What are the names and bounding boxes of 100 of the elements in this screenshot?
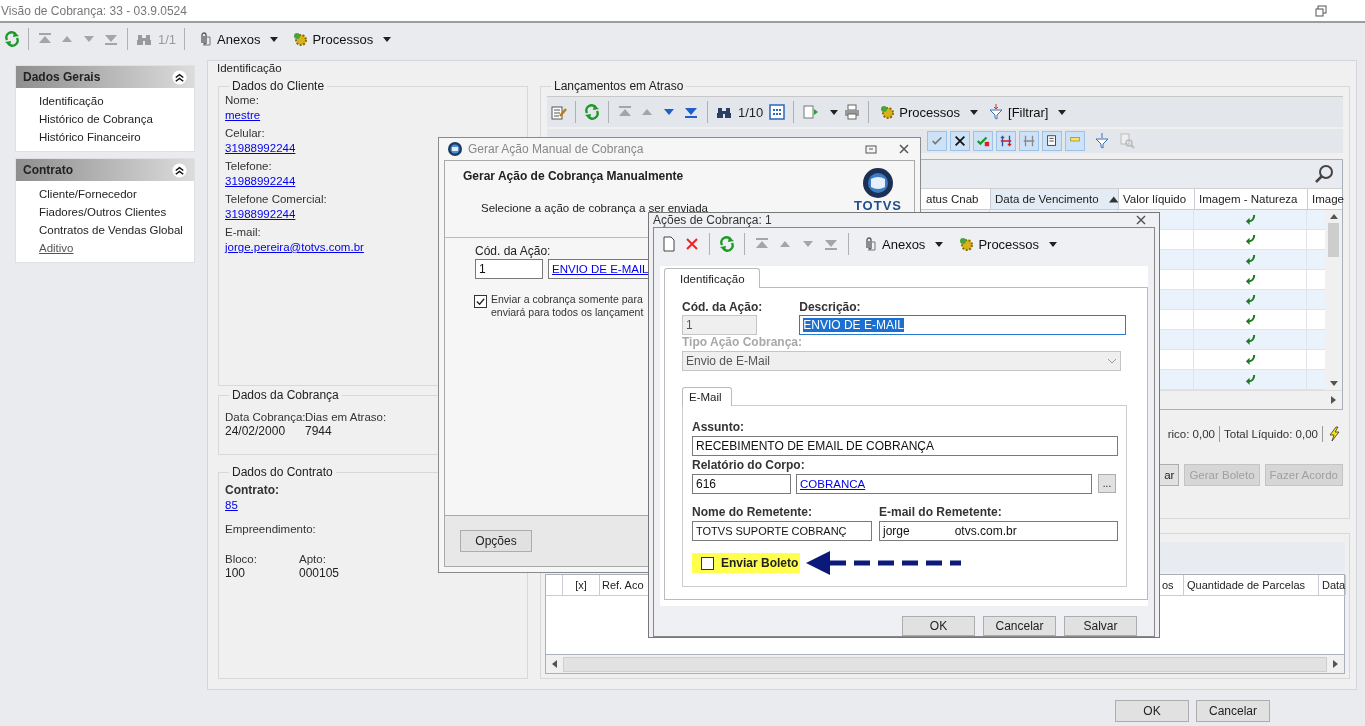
menu-button[interactable]: Processos — [288, 31, 396, 47]
sidebar-item[interactable]: Histórico de Cobrança — [39, 110, 153, 128]
field-link[interactable]: 31988992244 — [225, 206, 296, 222]
menu-button[interactable]: [Filtrar] — [986, 104, 1069, 120]
field-label: Telefone Comercial: — [225, 192, 327, 206]
dialog-button[interactable]: OK — [1115, 699, 1189, 722]
dialog-button[interactable]: OK — [902, 616, 975, 636]
edit-icon[interactable] — [551, 104, 567, 120]
field-label: E-mail: — [225, 225, 261, 239]
field-value: 7944 — [305, 424, 332, 439]
code-field[interactable]: 1 — [475, 259, 543, 279]
lightning-icon[interactable] — [1327, 426, 1343, 442]
window-title: Visão de Cobrança: 33 - 03.9.0524 — [1, 3, 187, 18]
close-icon[interactable] — [1135, 214, 1147, 226]
checkbox[interactable] — [474, 295, 487, 308]
sidebar-item[interactable]: Fiadores/Outros Clientes — [39, 203, 167, 221]
field-link[interactable]: 85 — [225, 497, 238, 513]
column-header[interactable]: Valor líquido — [1118, 189, 1194, 209]
caret-icon[interactable] — [830, 109, 839, 115]
panel-title: Dados Gerais — [23, 70, 101, 84]
sort-caret-icon — [1108, 195, 1118, 203]
caret-icon — [970, 109, 978, 115]
menu-button[interactable]: Anexos — [858, 236, 948, 252]
scrollbar-thumb[interactable] — [1328, 223, 1339, 257]
options-button[interactable]: Opções — [460, 530, 532, 552]
field-value: 24/02/2000 — [225, 424, 286, 439]
column-header[interactable]: Data de Vencimento — [990, 189, 1118, 209]
checkbox[interactable] — [701, 556, 714, 570]
check-icon[interactable] — [973, 131, 993, 151]
browse-button[interactable]: ... — [1098, 474, 1116, 493]
column-header[interactable]: [x] — [563, 575, 600, 595]
group-title: Dados do Contrato — [231, 465, 334, 479]
field-link[interactable]: 31988992244 — [225, 140, 296, 156]
scroll-right-arrow-icon[interactable] — [1331, 396, 1336, 404]
refresh-icon[interactable] — [584, 104, 600, 120]
scroll-down-arrow-icon[interactable] — [1329, 381, 1338, 386]
panel-title: Contrato — [23, 163, 73, 177]
field-link[interactable]: jorge.pereira@totvs.com.br — [225, 239, 364, 255]
action-button[interactable]: ar — [1159, 464, 1180, 486]
horizontal-scrollbar[interactable] — [545, 654, 1345, 674]
refresh-icon[interactable] — [719, 236, 735, 252]
report-code-field[interactable]: 616 — [692, 474, 791, 494]
sidebar-item[interactable]: Aditivo — [39, 239, 74, 257]
column-header[interactable]: Quantidade de Parcelas — [1184, 575, 1319, 595]
record-counter: 1/1 — [158, 31, 177, 47]
swap-arrows-icon[interactable] — [996, 131, 1016, 151]
grid-icon[interactable] — [769, 104, 786, 120]
collapse-button[interactable] — [172, 69, 187, 85]
filter-icon[interactable] — [1094, 133, 1110, 149]
highlight-label[interactable]: Enviar Boleto — [692, 553, 801, 573]
gear-icon — [958, 236, 975, 252]
document-icon[interactable] — [1042, 131, 1062, 151]
field-label: Empreendimento: — [225, 522, 317, 536]
field-label: Apto: — [299, 552, 326, 566]
dialog-heading: Gerar Ação de Cobrança Manualmente — [463, 169, 685, 183]
sidebar-item[interactable]: Histórico Financeiro — [39, 128, 141, 146]
column-header[interactable]: Data — [1319, 575, 1347, 595]
cross-icon[interactable] — [950, 131, 970, 151]
export-icon[interactable] — [802, 104, 819, 120]
scroll-right-arrow-icon[interactable] — [1333, 660, 1338, 668]
scroll-up-arrow-icon[interactable] — [1329, 214, 1338, 219]
restore-icon[interactable] — [1315, 4, 1327, 17]
column-header[interactable]: atus Cnab — [922, 189, 990, 209]
dialog-title: Gerar Ação Manual de Cobrança — [468, 142, 645, 156]
subject-field[interactable]: RECEBIMENTO DE EMAIL DE COBRANÇA — [692, 436, 1118, 456]
sidebar-item[interactable]: Contratos de Vendas Global — [39, 221, 183, 239]
dialog-button[interactable]: Cancelar — [1196, 699, 1270, 722]
menu-button[interactable]: Anexos — [193, 31, 283, 47]
dialog-button[interactable]: Salvar — [1064, 616, 1137, 636]
sender-name-field[interactable]: TOTVS SUPORTE COBRANÇ — [692, 521, 872, 541]
restore-icon[interactable] — [865, 143, 877, 155]
delete-icon[interactable] — [684, 236, 700, 252]
scroll-left-arrow-icon[interactable] — [552, 660, 557, 668]
dialog-button[interactable]: Cancelar — [983, 616, 1056, 636]
vertical-scrollbar[interactable] — [1325, 210, 1342, 390]
sidebar-item[interactable]: Identificação — [39, 92, 104, 110]
section-title: Identificação — [216, 61, 283, 76]
tab[interactable]: E-Mail — [682, 387, 732, 406]
close-icon[interactable] — [898, 143, 910, 155]
refresh-icon[interactable] — [4, 31, 20, 47]
checkbox-label: enviará para todos os lançament — [491, 306, 644, 319]
column-header[interactable]: Imagem - Natureza — [1194, 189, 1307, 209]
tab[interactable]: Identificação — [664, 268, 760, 288]
collapse-button[interactable] — [172, 162, 187, 178]
checkbox-label: Enviar a cobrança somente para — [491, 293, 644, 306]
menu-button[interactable]: Processos — [877, 104, 980, 120]
field-link[interactable]: 31988992244 — [225, 173, 296, 189]
sidebar-item[interactable]: Cliente/Fornecedor — [39, 185, 137, 203]
menu-button[interactable]: Processos — [954, 236, 1062, 252]
field-link[interactable]: mestre — [225, 107, 261, 123]
new-document-icon[interactable] — [661, 236, 677, 252]
sender-email-field[interactable]: jorge otvs.com.br — [879, 521, 1118, 541]
logo-text: TOTVS — [853, 199, 902, 212]
check-icon[interactable] — [927, 131, 947, 151]
group-title: Lançamentos em Atraso — [553, 79, 685, 93]
description-field[interactable]: ENVIO DE E-MAIL — [799, 315, 1127, 335]
printer-icon[interactable] — [844, 104, 861, 120]
search-icon[interactable] — [1314, 164, 1334, 184]
report-field[interactable]: COBRANCA — [796, 474, 1092, 494]
column-header[interactable]: Image — [1307, 189, 1342, 209]
